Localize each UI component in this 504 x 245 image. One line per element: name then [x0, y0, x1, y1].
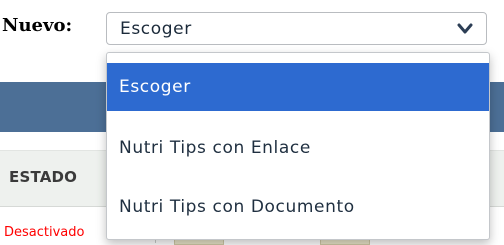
- column-header-estado[interactable]: ESTADO: [9, 168, 77, 186]
- select-current-value: Escoger: [120, 19, 192, 39]
- option-nutri-tips-enlace[interactable]: Nutri Tips con Enlace: [107, 124, 489, 172]
- option-nutri-tips-documento[interactable]: Nutri Tips con Documento: [107, 183, 489, 231]
- nuevo-label: Nuevo:: [2, 15, 73, 36]
- nuevo-select[interactable]: Escoger: [106, 12, 487, 45]
- status-badge: Desactivado: [4, 225, 85, 240]
- chevron-down-icon: [457, 23, 473, 34]
- select-dropdown-list: Escoger Nutri Tips con Enlace Nutri Tips…: [106, 52, 490, 240]
- option-escoger[interactable]: Escoger: [107, 63, 489, 111]
